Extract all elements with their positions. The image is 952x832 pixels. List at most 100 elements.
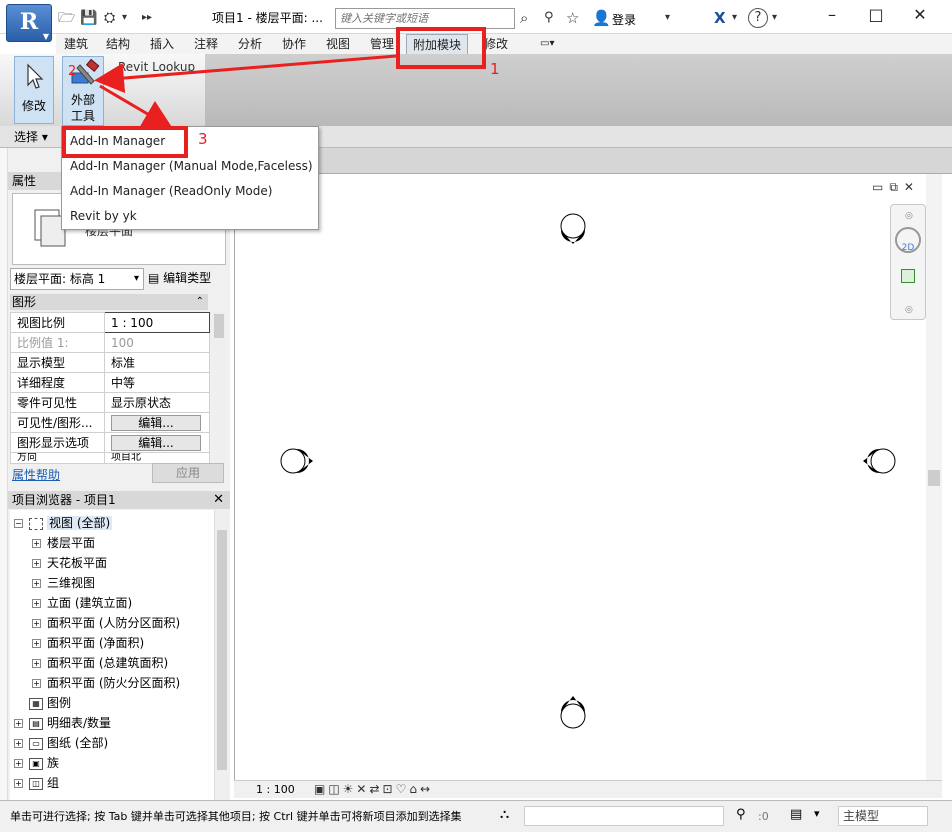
star-icon[interactable]: ☆	[566, 8, 579, 28]
help-dropdown-icon[interactable]: ▾	[772, 8, 777, 28]
edit-type-button[interactable]: ▤ 编辑类型	[148, 268, 211, 288]
navbar-options-icon[interactable]: ◎	[905, 305, 913, 315]
tree-item-groups[interactable]: + ◫ 组	[14, 774, 59, 791]
help-icon[interactable]: ?	[748, 8, 768, 28]
expand-toggle-icon[interactable]: +	[14, 779, 23, 788]
exchange-dropdown-icon[interactable]: ▾	[732, 8, 737, 28]
tree-item-legends[interactable]: ▦ 图例	[29, 694, 71, 711]
scrollbar-thumb[interactable]	[214, 314, 224, 338]
tree-item-schedules[interactable]: + ▤ 明细表/数量	[14, 714, 111, 731]
tree-item-sheets[interactable]: + ▭ 图纸 (全部)	[14, 734, 108, 751]
property-value[interactable]: 项目北	[104, 452, 210, 464]
tree-item-area-plan-gross[interactable]: + 面积平面 (总建筑面积)	[32, 654, 168, 671]
modify-button[interactable]: 修改	[14, 56, 54, 124]
x-exchange-icon[interactable]: X	[714, 8, 726, 28]
menu-item-revit-by-yk[interactable]: Revit by yk	[70, 209, 137, 223]
worksets-icon[interactable]: ⛬	[500, 807, 509, 822]
subscription-icon[interactable]: ⚲	[544, 8, 554, 28]
property-value[interactable]: 显示原状态	[104, 392, 210, 413]
editable-only-icon[interactable]: ▤	[790, 807, 802, 822]
property-value[interactable]: 中等	[104, 372, 210, 393]
expand-toggle-icon[interactable]: +	[32, 639, 41, 648]
instance-selector[interactable]: 楼层平面: 标高 1 ▾	[10, 268, 144, 290]
tree-item-elevations[interactable]: + 立面 (建筑立面)	[32, 594, 132, 611]
active-model-select[interactable]: 主模型	[838, 806, 928, 826]
scrollbar-thumb[interactable]	[928, 470, 940, 486]
filter-icon[interactable]: ⚲	[736, 807, 746, 822]
edit-type-icon: ▤	[148, 271, 160, 285]
drawing-canvas[interactable]	[234, 174, 942, 780]
property-value[interactable]: 标准	[104, 352, 210, 373]
minimize-button[interactable]: –	[818, 4, 846, 26]
property-row: 方向 项目北	[10, 452, 210, 464]
property-group-graphics[interactable]: 图形 ⌃	[10, 294, 208, 310]
application-menu-button[interactable]: R ▼	[6, 4, 52, 42]
expand-toggle-icon[interactable]: +	[32, 679, 41, 688]
qat-more-icon[interactable]: ▸▸	[142, 9, 152, 27]
menu-item-add-in-manager-manual[interactable]: Add-In Manager (Manual Mode,Faceless)	[70, 159, 313, 173]
collapse-toggle-icon[interactable]: −	[14, 519, 23, 528]
tab-insert[interactable]: 插入	[144, 34, 180, 54]
properties-scrollbar[interactable]	[212, 312, 226, 460]
open-folder-icon[interactable]: 🗁	[58, 9, 75, 27]
menu-item-add-in-manager-readonly[interactable]: Add-In Manager (ReadOnly Mode)	[70, 184, 272, 198]
property-row: 显示模型 标准	[10, 352, 210, 373]
expand-toggle-icon[interactable]: +	[32, 579, 41, 588]
expand-toggle-icon[interactable]: +	[32, 659, 41, 668]
tab-collaborate[interactable]: 协作	[276, 34, 312, 54]
login-link[interactable]: 登录	[612, 11, 636, 28]
tab-structure[interactable]: 结构	[100, 34, 136, 54]
save-icon[interactable]: 💾	[80, 9, 97, 27]
tree-item-area-plan-net[interactable]: + 面积平面 (净面积)	[32, 634, 144, 651]
view-window-controls[interactable]: ▭⧉✕	[872, 180, 920, 195]
expand-toggle-icon[interactable]: +	[32, 599, 41, 608]
tab-analyze[interactable]: 分析	[232, 34, 268, 54]
scrollbar-thumb[interactable]	[217, 530, 227, 770]
expand-toggle-icon[interactable]: +	[14, 739, 23, 748]
tab-annotate[interactable]: 注释	[188, 34, 224, 54]
expand-toggle-icon[interactable]: +	[32, 539, 41, 548]
view-scale[interactable]: 1 : 100	[256, 783, 295, 796]
property-row: 详细程度 中等	[10, 372, 210, 393]
tree-item-area-plan-civil-defense[interactable]: + 面积平面 (人防分区面积)	[32, 614, 180, 631]
view-control-icons[interactable]: ▣◫☀✕⇄⊡♡⌂↔	[314, 782, 433, 796]
expand-toggle-icon[interactable]: +	[14, 759, 23, 768]
expand-toggle-icon[interactable]: +	[32, 619, 41, 628]
canvas-vertical-scrollbar[interactable]	[926, 174, 942, 780]
browser-scrollbar[interactable]	[214, 510, 228, 800]
steering-wheel-icon[interactable]: 2D	[895, 227, 921, 253]
graphic-display-edit-button[interactable]: 编辑...	[111, 434, 201, 451]
design-options-combo[interactable]	[524, 806, 724, 826]
close-button[interactable]: ✕	[906, 4, 934, 26]
tree-item-floor-plans[interactable]: + 楼层平面	[32, 534, 95, 551]
filter-dropdown-icon[interactable]: ▾	[814, 807, 820, 820]
tab-manage[interactable]: 管理	[364, 34, 400, 54]
visibility-edit-button[interactable]: 编辑...	[111, 414, 201, 431]
user-icon[interactable]: 👤	[592, 8, 611, 28]
maximize-button[interactable]: □	[862, 4, 890, 26]
tab-architecture[interactable]: 建筑	[58, 34, 94, 54]
binoculars-icon[interactable]: ⌕	[520, 8, 528, 28]
properties-help-link[interactable]: 属性帮助	[12, 466, 60, 483]
tab-view[interactable]: 视图	[320, 34, 356, 54]
navigation-bar[interactable]: 2D ◎ ◎	[890, 204, 926, 320]
apply-button[interactable]: 应用	[152, 463, 224, 483]
navbar-menu-icon[interactable]: ◎	[905, 211, 913, 221]
ribbon-minimize-toggle-icon[interactable]: ▭▾	[534, 34, 560, 54]
view-scale-input[interactable]: 1 : 100	[104, 312, 210, 333]
cloud-sync-icon[interactable]: ⛭	[104, 9, 115, 27]
tree-item-3d-views[interactable]: + 三维视图	[32, 574, 95, 591]
revit-lookup-button[interactable]: Revit Lookup	[118, 60, 195, 74]
search-input[interactable]	[335, 8, 515, 29]
tree-item-views[interactable]: − 视图 (全部)	[14, 514, 113, 531]
select-panel-dropdown[interactable]: 选择 ▾	[14, 128, 48, 145]
tree-item-ceiling-plans[interactable]: + 天花板平面	[32, 554, 107, 571]
qat-dropdown-icon[interactable]: ▾	[122, 9, 127, 27]
zoom-region-icon[interactable]	[901, 269, 915, 283]
expand-toggle-icon[interactable]: +	[32, 559, 41, 568]
login-dropdown-icon[interactable]: ▾	[665, 8, 670, 28]
expand-toggle-icon[interactable]: +	[14, 719, 23, 728]
close-icon[interactable]: ✕	[213, 491, 224, 509]
tree-item-families[interactable]: + ▣ 族	[14, 754, 59, 771]
tree-item-area-plan-fire[interactable]: + 面积平面 (防火分区面积)	[32, 674, 180, 691]
